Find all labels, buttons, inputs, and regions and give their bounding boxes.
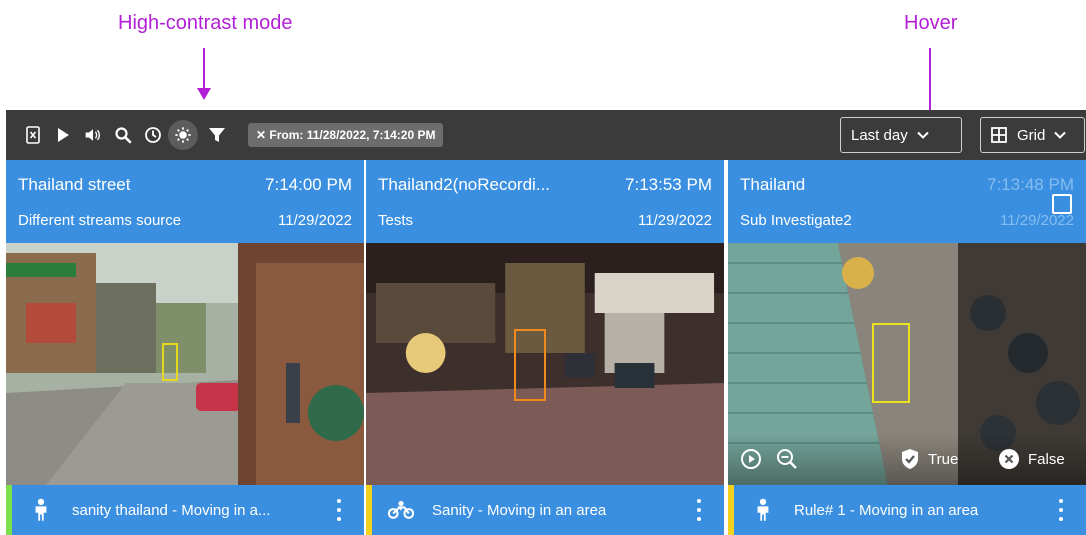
tile-header: Thailand2(noRecordi... 7:13:53 PM Tests … — [366, 160, 724, 243]
time-range-dropdown[interactable]: Last day — [840, 117, 962, 153]
toolbar: ✕ From: 11/28/2022, 7:14:20 PM Last day … — [6, 110, 1086, 160]
false-label: False — [1028, 450, 1065, 468]
more-options-icon[interactable] — [696, 499, 702, 521]
event-date: 11/29/2022 — [278, 212, 352, 229]
view-mode-dropdown[interactable]: Grid — [980, 117, 1085, 153]
annotation-arrow-high-contrast — [197, 48, 211, 100]
clock-icon[interactable] — [142, 124, 164, 146]
shield-check-icon — [902, 449, 918, 469]
view-mode-label: Grid — [1017, 126, 1046, 144]
detection-box — [162, 343, 178, 381]
select-checkbox[interactable] — [1052, 194, 1072, 214]
true-label: True — [928, 450, 959, 468]
chevron-down-icon — [917, 131, 929, 139]
camera-name: Thailand2(noRecordi... — [378, 175, 550, 194]
event-snapshot[interactable] — [6, 243, 364, 485]
tile-header: Thailand street 7:14:00 PM Different str… — [6, 160, 364, 243]
detection-box — [514, 329, 546, 401]
grid-icon — [991, 127, 1007, 143]
motorcycle-icon — [388, 497, 414, 523]
annotation-high-contrast: High-contrast mode — [118, 12, 293, 34]
mark-true-button[interactable]: True — [900, 448, 958, 470]
rule-label: Sanity - Moving in an area — [432, 501, 607, 519]
status-edge — [366, 485, 372, 535]
tile-footer: Rule# 1 - Moving in an area — [728, 485, 1086, 535]
excel-export-icon[interactable] — [22, 124, 44, 146]
event-time: 7:14:00 PM — [265, 175, 352, 194]
street-scene-image — [6, 243, 364, 485]
tile-header: Thailand 7:13:48 PM Sub Investigate2 11/… — [728, 160, 1086, 243]
event-snapshot[interactable] — [366, 243, 724, 485]
event-date: 11/29/2022 — [638, 212, 712, 229]
person-icon — [28, 497, 54, 523]
mark-false-button[interactable]: False — [998, 448, 1065, 470]
event-tile-hovered[interactable]: Thailand 7:13:48 PM Sub Investigate2 11/… — [728, 160, 1086, 535]
play-circle-icon[interactable] — [740, 448, 762, 470]
person-icon — [750, 497, 776, 523]
status-edge — [6, 485, 12, 535]
source-name: Sub Investigate2 — [740, 212, 852, 229]
close-circle-icon — [999, 449, 1019, 469]
search-icon[interactable] — [112, 124, 134, 146]
filter-icon[interactable] — [206, 124, 228, 146]
rule-label: Rule# 1 - Moving in an area — [794, 501, 979, 519]
detection-box — [872, 323, 910, 403]
tile-footer: Sanity - Moving in an area — [366, 485, 724, 535]
play-icon[interactable] — [52, 124, 74, 146]
source-name: Different streams source — [18, 212, 182, 229]
status-edge — [728, 485, 734, 535]
zoom-out-icon[interactable] — [776, 448, 798, 470]
time-range-label: Last day — [851, 126, 908, 144]
hover-actions-bar: True False — [728, 433, 1086, 485]
volume-icon[interactable] — [82, 124, 104, 146]
event-tile[interactable]: Thailand2(noRecordi... 7:13:53 PM Tests … — [366, 160, 724, 535]
camera-name: Thailand — [740, 175, 806, 194]
tile-footer: sanity thailand - Moving in a... — [6, 485, 364, 535]
event-tile[interactable]: Thailand street 7:14:00 PM Different str… — [6, 160, 364, 535]
high-contrast-icon[interactable] — [168, 120, 198, 150]
chevron-down-icon — [1054, 131, 1067, 139]
camera-name: Thailand street — [18, 175, 131, 194]
rule-label: sanity thailand - Moving in a... — [72, 501, 271, 519]
event-date: 11/29/2022 — [1000, 212, 1074, 229]
source-name: Tests — [378, 212, 414, 229]
annotation-hover: Hover — [904, 12, 958, 34]
event-time: 7:13:53 PM — [625, 175, 712, 194]
date-filter-chip[interactable]: ✕ From: 11/28/2022, 7:14:20 PM — [248, 123, 444, 147]
event-snapshot[interactable]: True False — [728, 243, 1086, 485]
screenshot: High-contrast mode Hover ✕ From: 11/28/2… — [0, 0, 1086, 535]
event-time: 7:13:48 PM — [987, 175, 1074, 194]
more-options-icon[interactable] — [1058, 499, 1064, 521]
more-options-icon[interactable] — [336, 499, 342, 521]
